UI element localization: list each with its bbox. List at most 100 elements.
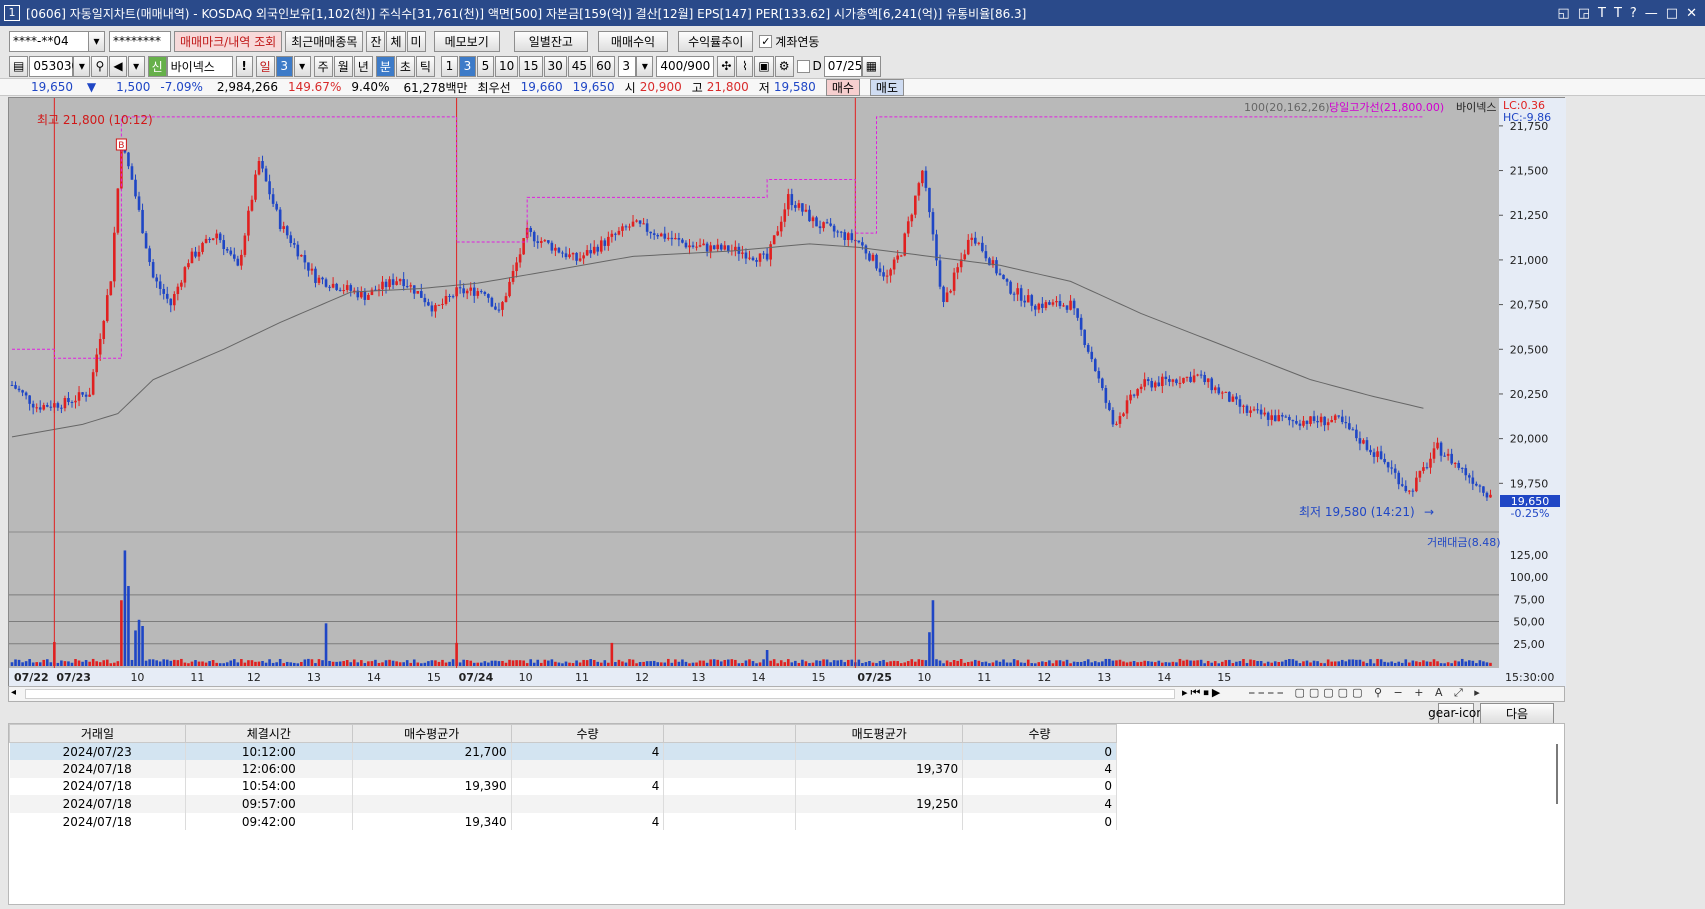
- volume-bar: [801, 659, 804, 666]
- table-row[interactable]: 2024/07/18 10:54:00 19,390 4 0: [9, 777, 1117, 796]
- interval-60[interactable]: 60: [592, 55, 616, 77]
- col-sell-avg[interactable]: 매도평균가: [795, 724, 964, 743]
- tab-year[interactable]: 년: [353, 55, 373, 77]
- tab-day[interactable]: 일: [255, 55, 275, 77]
- candle-body: [134, 179, 137, 197]
- playback-controls[interactable]: ▸⏮⏹▶: [1182, 686, 1223, 700]
- candle-body: [748, 257, 751, 259]
- close-icon[interactable]: ✕: [1686, 6, 1697, 21]
- minimize-icon[interactable]: —: [1645, 6, 1658, 21]
- volume-bar: [977, 660, 981, 666]
- scroll-thumb[interactable]: [25, 689, 1175, 699]
- date-checkbox[interactable]: [796, 59, 810, 73]
- gear-icon[interactable]: gear-icon: [1428, 702, 1484, 724]
- period-value[interactable]: 3: [275, 55, 293, 77]
- volume-bar: [811, 662, 815, 666]
- tab-week[interactable]: 주: [313, 55, 333, 77]
- volume-bar: [1185, 659, 1189, 666]
- scroll-left-icon[interactable]: ◂: [11, 687, 16, 698]
- table-cell: 10:12:00: [185, 742, 353, 761]
- interval-5[interactable]: 5: [476, 55, 494, 77]
- col-buy-qty[interactable]: 수량: [510, 724, 665, 743]
- volume-bar: [1245, 663, 1249, 666]
- trade-mark-query-button[interactable]: 매매마크/내역 조회: [174, 30, 283, 52]
- tab-month[interactable]: 월: [333, 55, 353, 77]
- memo-button[interactable]: 메모보기: [433, 30, 500, 52]
- count-dropdown-icon[interactable]: ▾: [636, 55, 654, 77]
- cascade-icon[interactable]: ◲: [1578, 6, 1590, 21]
- search-icon[interactable]: ⚲: [91, 55, 109, 77]
- volume-bar: [1153, 662, 1157, 666]
- buy-button[interactable]: 매수: [825, 78, 860, 96]
- drawing-icon[interactable]: ⌇: [736, 55, 754, 77]
- password-field[interactable]: ********: [109, 30, 171, 52]
- tab-balance[interactable]: 잔: [366, 30, 386, 52]
- stock-code-dropdown-icon[interactable]: ▾: [73, 55, 91, 77]
- help-icon[interactable]: ?: [1630, 6, 1637, 21]
- calendar-icon[interactable]: ▦: [861, 55, 882, 77]
- sound-icon[interactable]: ◀: [109, 55, 127, 77]
- interval-10[interactable]: 10: [494, 55, 519, 77]
- stock-code-field[interactable]: 053030: [29, 55, 79, 77]
- tab-unexecuted[interactable]: 미: [406, 30, 426, 52]
- table-row[interactable]: 2024/07/18 12:06:00 19,370 4: [9, 760, 1117, 778]
- data-count-field[interactable]: 400/900: [656, 55, 715, 77]
- return-trend-button[interactable]: 수익률추이: [678, 30, 754, 52]
- recent-trades-button[interactable]: 최근매매종목: [285, 30, 364, 52]
- save-icon[interactable]: ▣: [754, 55, 774, 77]
- col-trade-date[interactable]: 거래일: [9, 724, 186, 743]
- trade-profit-button[interactable]: 매매수익: [597, 30, 669, 52]
- table-row[interactable]: 2024/07/23 10:12:00 21,700 4 0: [9, 742, 1117, 761]
- interval-45[interactable]: 45: [567, 55, 592, 77]
- chart-scrollbar[interactable]: ◂ ▸⏮⏹▶ ⎯⎯⎯⎯ ▢▢▢▢▢ ⚲ − + A ⤢ ▸: [8, 686, 1565, 702]
- pin-icon[interactable]: T: [1598, 6, 1606, 21]
- candlestick-chart[interactable]: 21,750 21,500 21,250 21,000 20,750 20,500 20,2…: [8, 97, 1566, 688]
- zoom-controls[interactable]: ⎯⎯⎯⎯ ▢▢▢▢▢ ⚲ − + A ⤢ ▸: [1249, 686, 1484, 700]
- volume-bar: [162, 659, 166, 666]
- table-cell: 0: [962, 777, 1117, 796]
- window-number[interactable]: 1: [4, 5, 20, 21]
- volume-bar: [621, 661, 624, 666]
- font-icon[interactable]: T: [1614, 6, 1622, 21]
- tab-minute[interactable]: 분: [375, 55, 395, 77]
- next-button[interactable]: 다음: [1480, 702, 1554, 724]
- col-sell-qty[interactable]: 수량: [962, 724, 1117, 743]
- tab-second[interactable]: 초: [395, 55, 415, 77]
- interval-15[interactable]: 15: [519, 55, 543, 77]
- period-dropdown-icon[interactable]: ▾: [293, 55, 311, 77]
- interval-3[interactable]: 3: [458, 55, 476, 77]
- crosshair-icon[interactable]: ✣: [717, 55, 736, 77]
- account-dropdown-icon[interactable]: ▾: [88, 30, 105, 52]
- table-row[interactable]: 2024/07/18 09:42:00 19,340 4 0: [9, 812, 1117, 831]
- tile-icon[interactable]: ◱: [1557, 6, 1569, 21]
- volume-bar: [1256, 661, 1259, 666]
- volume-bar: [324, 623, 328, 666]
- daily-balance-button[interactable]: 일별잔고: [513, 30, 588, 52]
- sell-button[interactable]: 매도: [869, 78, 904, 96]
- alert-icon[interactable]: !: [235, 55, 253, 77]
- interval-1[interactable]: 1: [440, 55, 458, 77]
- maximize-icon[interactable]: □: [1666, 6, 1678, 21]
- candle-body: [1139, 386, 1143, 390]
- tab-tick[interactable]: 틱: [415, 55, 435, 77]
- col-buy-avg[interactable]: 매수평균가: [351, 724, 512, 743]
- chart-canvas[interactable]: 21,75021,50021,25021,00020,75020,50020,2…: [9, 98, 1566, 688]
- candle-body: [709, 245, 712, 252]
- stock-name-field[interactable]: 바이넥스: [166, 55, 233, 77]
- sound-dropdown-icon[interactable]: ▾: [127, 55, 145, 77]
- volume-bar: [81, 661, 84, 666]
- gear-icon[interactable]: ⚙: [774, 55, 794, 77]
- tab-executed[interactable]: 체: [386, 30, 406, 52]
- count-select[interactable]: 3: [618, 55, 637, 77]
- candle-body: [1436, 442, 1439, 449]
- account-link-checkbox[interactable]: ✓: [759, 34, 773, 48]
- table-row[interactable]: 2024/07/18 09:57:00 19,250 4: [9, 795, 1117, 813]
- account-field[interactable]: ****-**04: [9, 30, 89, 52]
- volume-bar: [1460, 658, 1464, 666]
- candle-body: [229, 250, 233, 255]
- col-exec-time[interactable]: 체결시간: [184, 724, 353, 743]
- layout-icon[interactable]: ▤: [9, 55, 29, 77]
- interval-30[interactable]: 30: [543, 55, 567, 77]
- date-field[interactable]: 07/25: [823, 55, 862, 77]
- grid-scrollbar[interactable]: [1556, 744, 1558, 804]
